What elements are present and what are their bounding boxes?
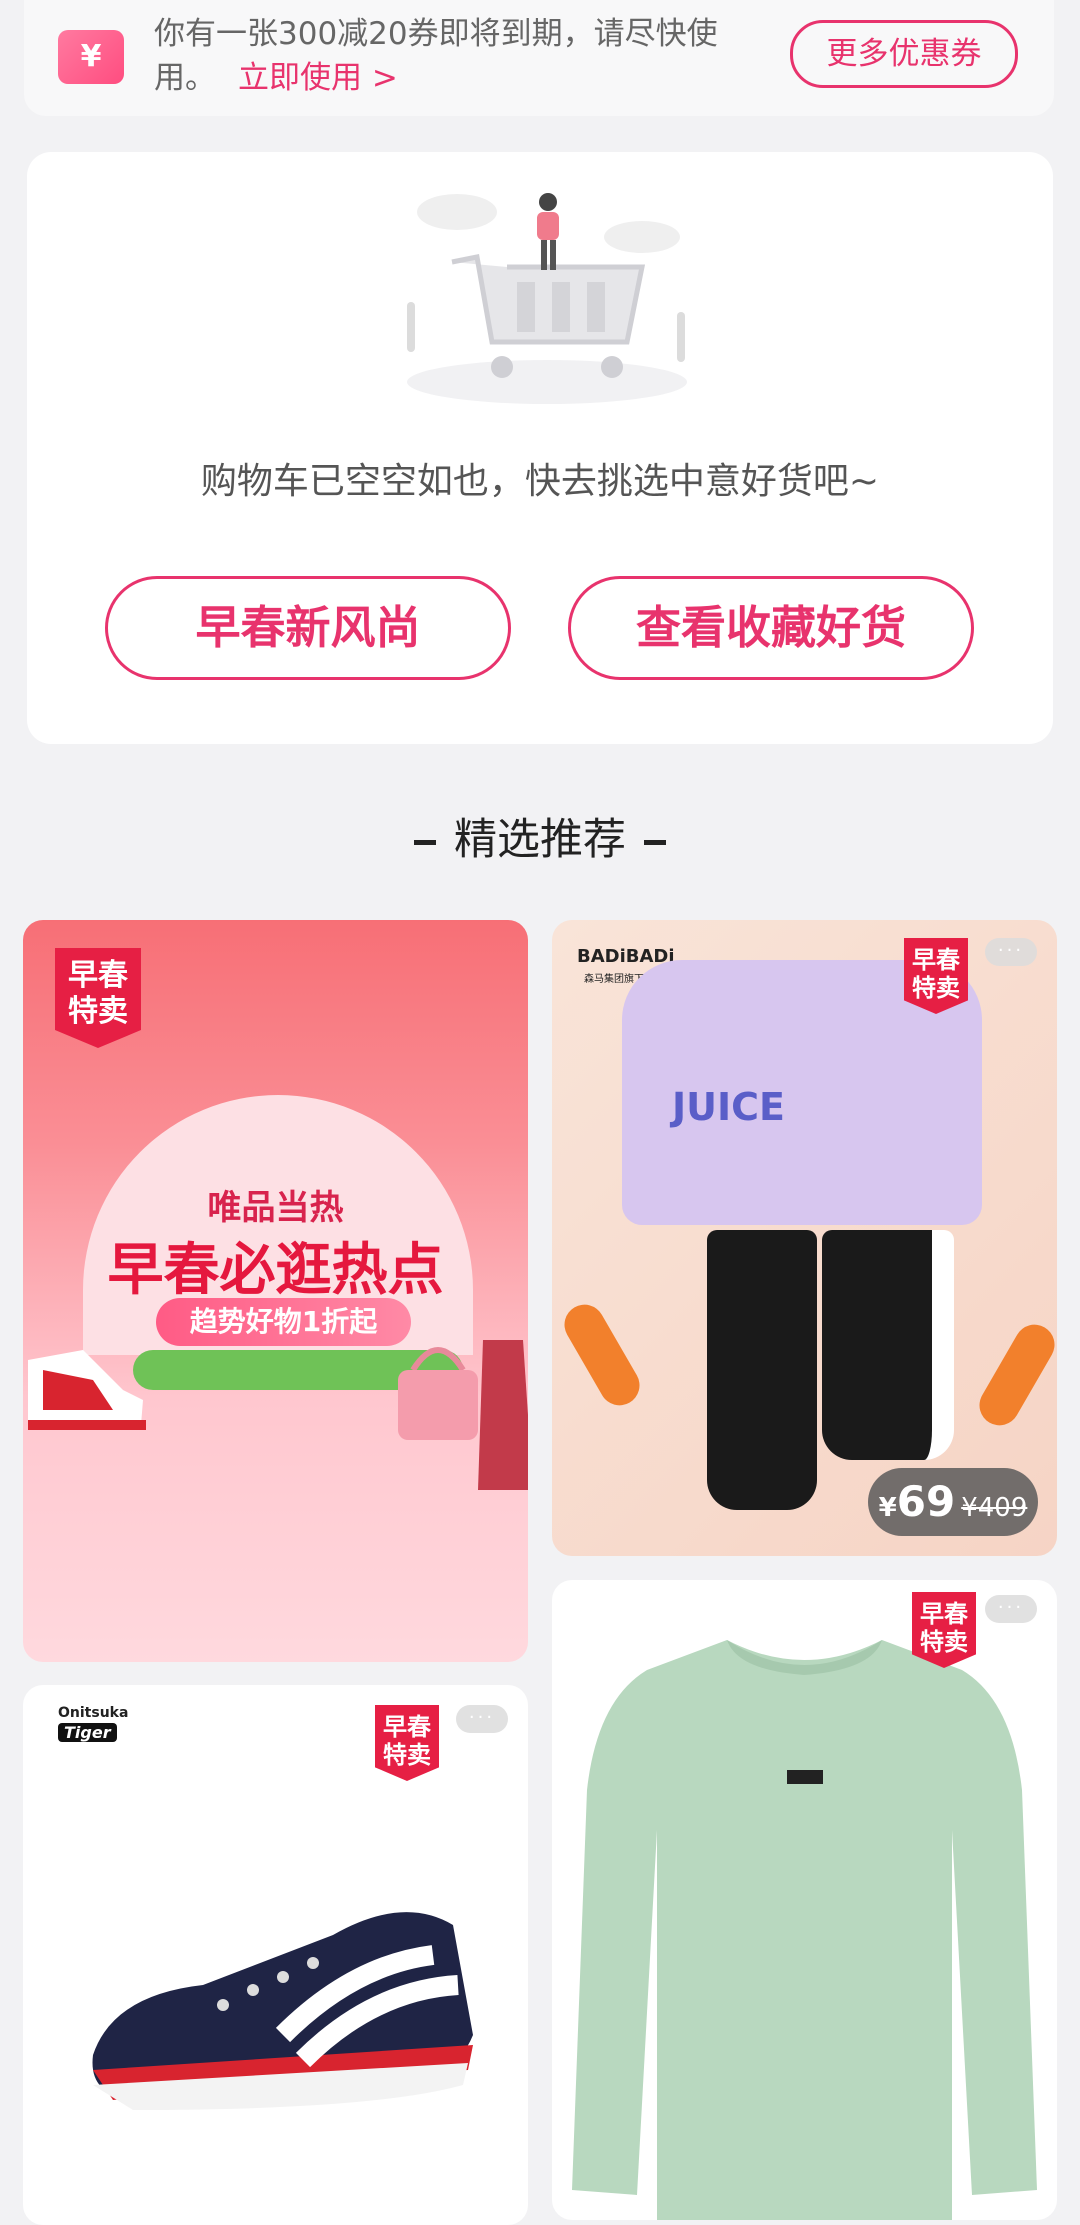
- promo-banner-card[interactable]: 早春 特卖 唯品当热 早春必逛热点 趋势好物1折起: [23, 920, 528, 1662]
- handbag-decoration-icon: [398, 1340, 528, 1490]
- more-options-icon[interactable]: ···: [456, 1705, 508, 1733]
- pants-image-left: [707, 1230, 817, 1510]
- carrot-decoration-icon: [972, 1317, 1057, 1433]
- sweater-print-text: JUICE: [672, 1085, 785, 1129]
- more-coupons-button[interactable]: 更多优惠券: [790, 20, 1018, 88]
- badge-line2: 特卖: [68, 994, 128, 1029]
- recommendations-title: 精选推荐: [0, 805, 1080, 867]
- currency-symbol: ¥: [878, 1493, 897, 1523]
- badge-line2: 特卖: [912, 974, 960, 1002]
- empty-cart-card: 购物车已空空如也，快去挑选中意好货吧~ 早春新风尚 查看收藏好货: [27, 152, 1053, 744]
- current-price: ¥69: [879, 1477, 956, 1526]
- section-title-text: 精选推荐: [454, 815, 626, 865]
- coupon-banner: ¥ 你有一张300减20券即将到期，请尽快使用。 立即使用 > 更多优惠券: [24, 0, 1054, 116]
- empty-cart-message: 购物车已空空如也，快去挑选中意好货吧~: [200, 461, 880, 502]
- spring-sale-badge: 早春 特卖: [912, 1592, 976, 1668]
- view-favorites-button[interactable]: 查看收藏好货: [568, 576, 974, 680]
- price-value: 69: [896, 1477, 956, 1526]
- product-card-kids-set[interactable]: BADiBADi 森马集团旗下 JUICE 早春 特卖 ··· ¥69 ¥409: [552, 920, 1057, 1556]
- brand-logo-onitsuka: Onitsuka: [58, 1705, 129, 1721]
- promo-title: 早春必逛热点: [107, 1238, 444, 1303]
- empty-cart-illustration: [407, 193, 687, 404]
- badge-line1: 早春: [912, 946, 960, 974]
- yen-coupon-icon: ¥: [58, 30, 124, 84]
- badge-line1: 早春: [383, 1713, 431, 1741]
- use-now-link[interactable]: 立即使用 >: [238, 60, 398, 96]
- badge-line1: 早春: [68, 958, 128, 993]
- carrot-decoration-icon: [557, 1297, 647, 1413]
- brand-logo-tiger: Tiger: [58, 1723, 117, 1742]
- badge-line2: 特卖: [383, 1741, 431, 1769]
- badge-line2: 特卖: [920, 1628, 968, 1656]
- promo-subtitle: 唯品当热: [207, 1188, 344, 1228]
- pants-image-right: [822, 1230, 954, 1460]
- sneaker-product-image: [92, 1912, 473, 2110]
- spring-sale-badge: 早春 特卖: [375, 1705, 439, 1781]
- spring-sale-badge: 早春 特卖: [904, 938, 968, 1014]
- coupon-message: 你有一张300减20券即将到期，请尽快使用。 立即使用 >: [154, 12, 744, 100]
- original-price: ¥409: [961, 1493, 1028, 1523]
- promo-discount-pill: 趋势好物1折起: [156, 1298, 411, 1346]
- more-options-icon[interactable]: ···: [985, 1595, 1037, 1623]
- title-dash-left: [414, 840, 436, 845]
- more-options-icon[interactable]: ···: [985, 938, 1037, 966]
- sneaker-decoration-icon: [28, 1350, 146, 1430]
- spring-sale-badge: 早春 特卖: [55, 948, 141, 1048]
- spring-new-style-button[interactable]: 早春新风尚: [105, 576, 511, 680]
- sweatshirt-product-image: [572, 1640, 1037, 2220]
- product-card-shoe[interactable]: Onitsuka Tiger 早春 特卖 ···: [23, 1685, 528, 2225]
- product-card-shirt[interactable]: 早春 特卖 ···: [552, 1580, 1057, 2220]
- title-dash-right: [644, 840, 666, 845]
- price-tag: ¥69 ¥409: [868, 1468, 1038, 1536]
- badge-line1: 早春: [920, 1600, 968, 1628]
